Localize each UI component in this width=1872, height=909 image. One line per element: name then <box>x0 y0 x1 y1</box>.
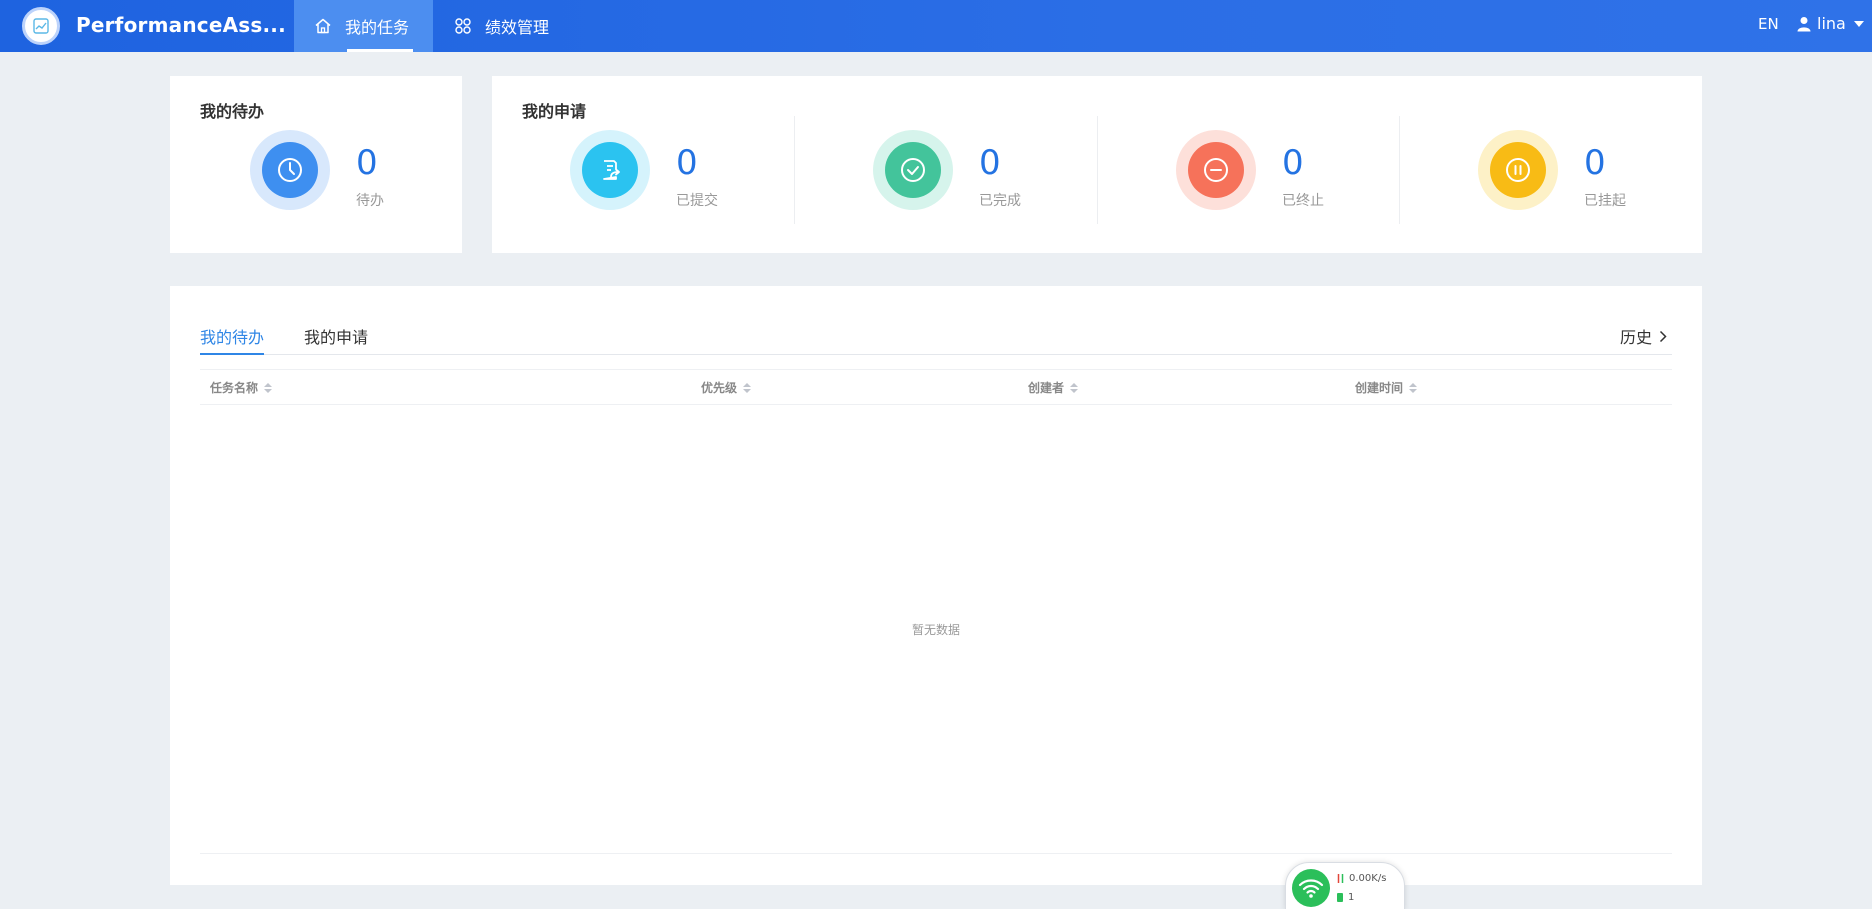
suspended-count: 0 <box>1584 143 1606 183</box>
check-circle-icon <box>901 158 925 182</box>
nav-my-tasks-label: 我的任务 <box>345 18 410 37</box>
pause-circle-icon <box>1506 158 1530 182</box>
user-name: lina <box>1817 14 1846 33</box>
sort-icon[interactable] <box>743 382 752 393</box>
nav-performance-management[interactable]: 绩效管理 <box>454 0 549 52</box>
column-header-creator[interactable]: 创建者 <box>1028 379 1079 396</box>
suspended-label: 已挂起 <box>1584 193 1626 209</box>
completed-stat-ring <box>873 130 953 210</box>
wifi-icon <box>1298 879 1324 898</box>
table-bottom-border <box>200 853 1672 854</box>
apps-icon <box>455 18 471 34</box>
wifi-badge <box>1292 869 1330 907</box>
history-label: 历史 <box>1620 328 1653 347</box>
todo-count: 0 <box>356 143 378 183</box>
submitted-count: 0 <box>676 143 698 183</box>
tab-my-applications[interactable]: 我的申请 <box>304 324 368 348</box>
suspended-stat-ring <box>1478 130 1558 210</box>
submitted-stat-ring <box>570 130 650 210</box>
completed-label: 已完成 <box>979 193 1021 209</box>
terminated-stat-ring <box>1176 130 1256 210</box>
my-todo-card-title: 我的待办 <box>200 102 265 121</box>
history-link[interactable]: 历史 <box>1620 324 1667 348</box>
user-menu[interactable]: lina <box>1797 14 1864 33</box>
table-header: 任务名称 优先级 创建者 创建时间 <box>200 369 1672 405</box>
my-applications-card-title: 我的申请 <box>522 102 587 121</box>
column-header-created-time[interactable]: 创建时间 <box>1355 379 1418 396</box>
chevron-right-icon <box>1659 330 1667 342</box>
nav-performance-label: 绩效管理 <box>485 18 550 37</box>
submitted-label: 已提交 <box>676 193 718 209</box>
minus-circle-icon <box>1204 158 1228 182</box>
terminated-count: 0 <box>1282 143 1304 183</box>
app-name[interactable]: PerformanceAss... <box>76 13 286 37</box>
language-switch[interactable]: EN <box>1758 15 1779 33</box>
user-icon <box>1797 16 1811 31</box>
nav-my-tasks[interactable]: 我的任务 <box>294 0 433 52</box>
chart-logo-icon <box>33 18 49 34</box>
app-logo[interactable] <box>22 7 60 45</box>
my-todo-card: 我的待办 0 待办 <box>170 76 462 253</box>
network-speed-value: 0.00K/s <box>1349 873 1387 884</box>
device-count-value: 1 <box>1348 892 1355 903</box>
network-speed-widget[interactable]: 0.00K/s 1 <box>1285 862 1405 909</box>
todo-stat-ring <box>250 130 330 210</box>
tabs-divider <box>200 354 1672 355</box>
sort-icon[interactable] <box>1070 382 1079 393</box>
home-icon <box>315 18 331 34</box>
tab-my-todo[interactable]: 我的待办 <box>200 324 264 348</box>
column-header-priority[interactable]: 优先级 <box>701 379 752 396</box>
todo-label: 待办 <box>356 193 384 209</box>
submit-doc-icon <box>603 160 620 180</box>
stat-divider <box>794 116 795 224</box>
network-speed: 0.00K/s <box>1336 873 1386 884</box>
completed-count: 0 <box>979 143 1001 183</box>
stat-divider <box>1399 116 1400 224</box>
column-header-task-name[interactable]: 任务名称 <box>210 379 273 396</box>
active-nav-indicator <box>347 49 413 52</box>
device-count: 1 <box>1336 892 1354 903</box>
active-tab-indicator <box>200 353 264 355</box>
empty-state-text: 暂无数据 <box>911 623 960 637</box>
up-down-arrows-icon <box>1337 874 1344 883</box>
stat-divider <box>1097 116 1098 224</box>
chevron-down-icon <box>1853 20 1864 27</box>
task-list-panel: 我的待办 我的申请 历史 任务名称 优先级 创建者 创建时间 暂无数据 <box>170 286 1702 885</box>
phone-icon <box>1337 893 1343 902</box>
sort-icon[interactable] <box>1409 382 1418 393</box>
top-navigation-bar: PerformanceAss... 我的任务 绩效管理 EN lina <box>0 0 1872 52</box>
my-applications-card: 我的申请 0 已提交 0 已完成 0 已终止 0 已挂起 <box>492 76 1702 253</box>
sort-icon[interactable] <box>264 382 273 393</box>
clock-icon <box>278 158 302 182</box>
terminated-label: 已终止 <box>1282 193 1324 209</box>
